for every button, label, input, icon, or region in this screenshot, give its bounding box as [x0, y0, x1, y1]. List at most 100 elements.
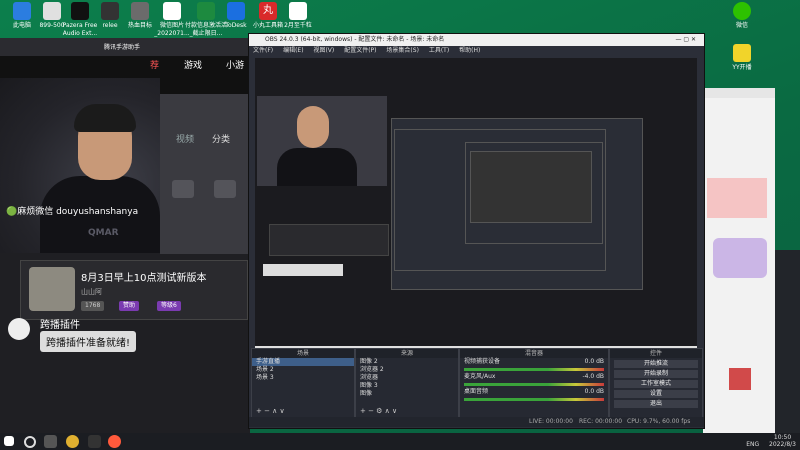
nested-capture-2 [394, 129, 606, 271]
volume-meter[interactable] [464, 398, 604, 401]
banner-image [707, 178, 767, 218]
desktop-icon-wechat[interactable]: 微信 [720, 2, 764, 30]
live-timer: LIVE: 00:00:00 [529, 418, 573, 425]
menu-edit[interactable]: 编辑(E) [283, 47, 303, 54]
clock[interactable]: 10:50 2022/8/3 [769, 434, 796, 448]
source-item[interactable]: 图像 2 [356, 358, 458, 366]
menu-help[interactable]: 帮助(H) [459, 47, 480, 54]
source-item[interactable]: 图像 3 [356, 382, 458, 390]
nested-capture-4 [470, 151, 592, 223]
controls-dock: 控件 开始推流 开始录制 工作室模式 设置 退出 [609, 348, 703, 418]
exit-button[interactable]: 退出 [614, 400, 698, 408]
menu-file[interactable]: 文件(F) [253, 47, 273, 54]
window-controls[interactable]: — ▢ ✕ [675, 34, 696, 46]
scene-item[interactable]: 场景 2 [252, 366, 354, 374]
studio-mode-button[interactable]: 工作室模式 [614, 380, 698, 388]
search-icon[interactable] [24, 436, 36, 448]
desktop-icon-label: ToDesk [225, 22, 247, 29]
menu-scene-collection[interactable]: 场景集合(S) [386, 47, 419, 54]
badge: 赞助 [119, 301, 140, 311]
source-item[interactable]: 图像 [356, 390, 458, 398]
live-stream-webpage: 腾讯手游助手 荐 游戏 小游 视频 分类 QMAR 🟢麻烦微信 douyusha… [0, 38, 250, 433]
volume-meter[interactable] [464, 383, 604, 386]
obs-window: OBS 24.0.3 (64-bit, windows) - 配置文件: 未命名… [248, 33, 705, 429]
image-icon [131, 2, 149, 20]
stream-card[interactable]: 8月3日早上10点测试新版本 山山阿 1768 赞助 等级6 [20, 260, 248, 320]
desktop: 此电脑 899-500 Pazera Free Audio Ext... rel… [0, 0, 800, 433]
start-icon[interactable] [4, 436, 14, 446]
nav-item-recommend[interactable]: 荐 [150, 58, 159, 71]
sources-dock: 来源 图像 2 浏览器 2 浏览器 图像 3 图像 + − ⚙ ∧ ∨ [355, 348, 459, 418]
task-view-icon[interactable] [44, 435, 57, 448]
scene-item[interactable]: 场景 3 [252, 374, 354, 382]
desktop-icon-label: YY开播 [732, 64, 752, 71]
obs-preview[interactable] [255, 58, 697, 358]
file-icon [289, 2, 307, 20]
desktop-icon-label: 2月至千粒 [284, 22, 312, 29]
start-recording-button[interactable]: 开始录制 [614, 370, 698, 378]
shirt-logo: QMAR [88, 228, 119, 238]
scenes-dock: 场景 手游直播 场景 2 场景 3 + − ∧ ∨ [251, 348, 355, 418]
browser-tab-bar: 腾讯手游助手 [0, 38, 250, 56]
app-icon [101, 2, 119, 20]
volume-meter[interactable] [464, 368, 604, 371]
preview-card [269, 224, 389, 256]
menu-tools[interactable]: 工具(T) [429, 47, 449, 54]
sidebar-item-category[interactable]: 分类 [212, 132, 230, 145]
wechat-icon [733, 2, 751, 20]
music-icon [71, 2, 89, 20]
douyu-icon[interactable] [108, 435, 121, 448]
cpu-fps: CPU: 9.7%, 60.00 fps [627, 418, 691, 425]
sidebar-tile[interactable] [214, 180, 236, 198]
plugin-notice: 跨播插件 跨播插件准备就绪! [8, 316, 248, 366]
dock-header: 场景 [252, 349, 354, 358]
desktop-icon-label: 此电脑 [12, 22, 31, 29]
streamer-hair [74, 104, 136, 132]
desktop-icon-doc[interactable]: 2月至千粒 [276, 2, 320, 30]
banner-image [713, 238, 767, 278]
nested-capture-1 [391, 118, 643, 290]
wechat-id-overlay: 🟢麻烦微信 douyushanshanya [6, 207, 139, 217]
assistant-tab[interactable]: 腾讯手游助手 [104, 42, 140, 51]
computer-icon [13, 2, 31, 20]
preview-face [297, 106, 329, 148]
mixer-dock: 混音器 视频捕获设备 0.0 dB 麦克风/Aux -4.0 dB 桌面音频 0.0 … [459, 348, 609, 418]
window-title: OBS 24.0.3 (64-bit, windows) - 配置文件: 未命名… [265, 36, 445, 43]
menu-profile[interactable]: 配置文件(P) [344, 47, 376, 54]
yy-icon [733, 44, 751, 62]
gift-icon [729, 368, 751, 390]
menu-view[interactable]: 视图(V) [313, 47, 334, 54]
dock-header: 来源 [356, 349, 458, 358]
excel-icon [197, 2, 215, 20]
source-item[interactable]: 浏览器 [356, 374, 458, 382]
mixer-channel-name: 视频捕获设备 0.0 dB [464, 358, 604, 365]
desktop-icon-label: 微信 [735, 22, 748, 29]
todesk-icon [227, 2, 245, 20]
dock-header: 控件 [610, 349, 702, 358]
tool-icon: 丸 [259, 2, 277, 20]
plugin-icon [8, 318, 30, 340]
desktop-icon-yy[interactable]: YY开播 [720, 44, 764, 72]
image-icon [163, 2, 181, 20]
source-toolbar[interactable]: + − ⚙ ∧ ∨ [360, 407, 397, 415]
sidebar-tile[interactable] [172, 180, 194, 198]
desktop-icon-label: relee [102, 22, 118, 29]
sidebar-item-video[interactable]: 视频 [176, 132, 194, 145]
scene-toolbar[interactable]: + − ∧ ∨ [256, 407, 285, 415]
scene-item[interactable]: 手游直播 [252, 358, 354, 366]
chrome-icon[interactable] [66, 435, 79, 448]
right-side-panel [775, 250, 800, 433]
preview-body [277, 148, 357, 186]
system-tray: ENG 10:50 2022/8/3 [746, 434, 796, 448]
nav-item-minigames[interactable]: 小游 [226, 58, 244, 71]
badge: 1768 [81, 301, 105, 311]
language-indicator[interactable]: ENG [746, 441, 759, 448]
dock-header: 混音器 [460, 349, 608, 358]
source-item[interactable]: 浏览器 2 [356, 366, 458, 374]
desktop-icon-label: 热血目标 [127, 22, 152, 29]
start-streaming-button[interactable]: 开始推流 [614, 360, 698, 368]
nav-item-games[interactable]: 游戏 [184, 58, 202, 71]
settings-button[interactable]: 设置 [614, 390, 698, 398]
site-sidebar: 视频 分类 [160, 94, 250, 254]
obs-icon[interactable] [88, 435, 101, 448]
